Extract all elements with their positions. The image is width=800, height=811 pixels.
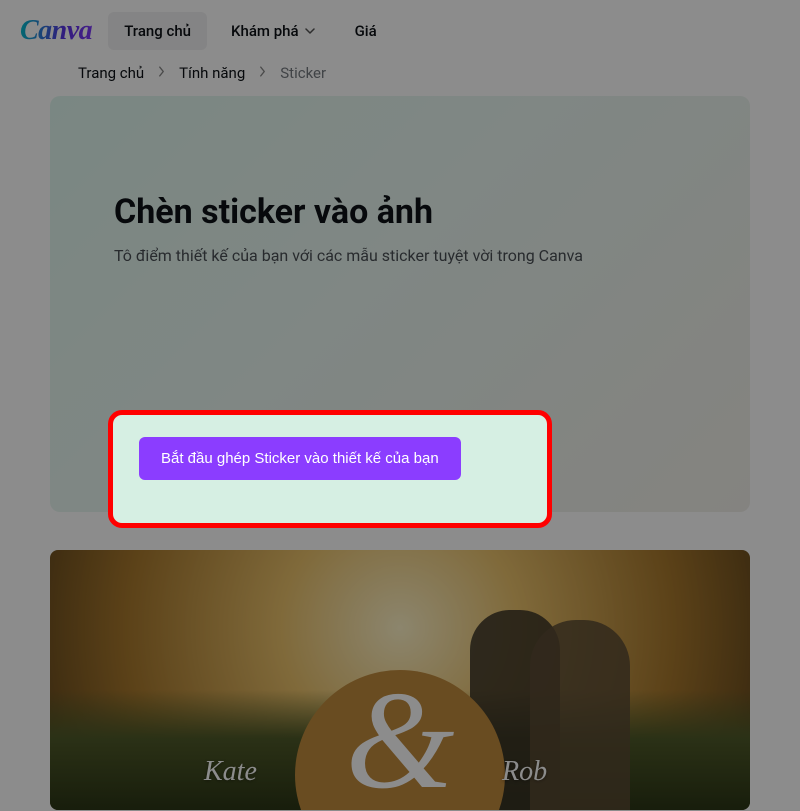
nav-explore-label: Khám phá xyxy=(231,22,299,40)
annotation-highlight: Bắt đầu ghép Sticker vào thiết kế của bạ… xyxy=(108,410,552,528)
top-nav: Canva Trang chủ Khám phá Giá xyxy=(0,0,800,58)
nav-explore[interactable]: Khám phá xyxy=(215,12,331,50)
nav-home[interactable]: Trang chủ xyxy=(108,12,207,50)
chevron-down-icon xyxy=(305,26,315,36)
hero-subtitle: Tô điểm thiết kế của bạn với các mẫu sti… xyxy=(114,246,686,265)
chevron-right-icon xyxy=(259,66,266,81)
canva-logo[interactable]: Canva xyxy=(20,15,100,47)
breadcrumb-features[interactable]: Tính năng xyxy=(179,64,245,82)
ampersand-icon: & xyxy=(346,671,455,810)
banner-name-left: Kate xyxy=(204,756,257,788)
breadcrumb: Trang chủ Tính năng Sticker xyxy=(0,58,800,96)
start-sticker-button[interactable]: Bắt đầu ghép Sticker vào thiết kế của bạ… xyxy=(139,437,461,480)
chevron-right-icon xyxy=(158,66,165,81)
breadcrumb-home[interactable]: Trang chủ xyxy=(78,64,144,82)
nav-pricing[interactable]: Giá xyxy=(339,12,393,50)
breadcrumb-current: Sticker xyxy=(280,64,326,82)
example-banner: & Kate Rob xyxy=(50,550,750,810)
banner-name-right: Rob xyxy=(502,756,547,788)
hero-title: Chèn sticker vào ảnh xyxy=(114,192,686,232)
